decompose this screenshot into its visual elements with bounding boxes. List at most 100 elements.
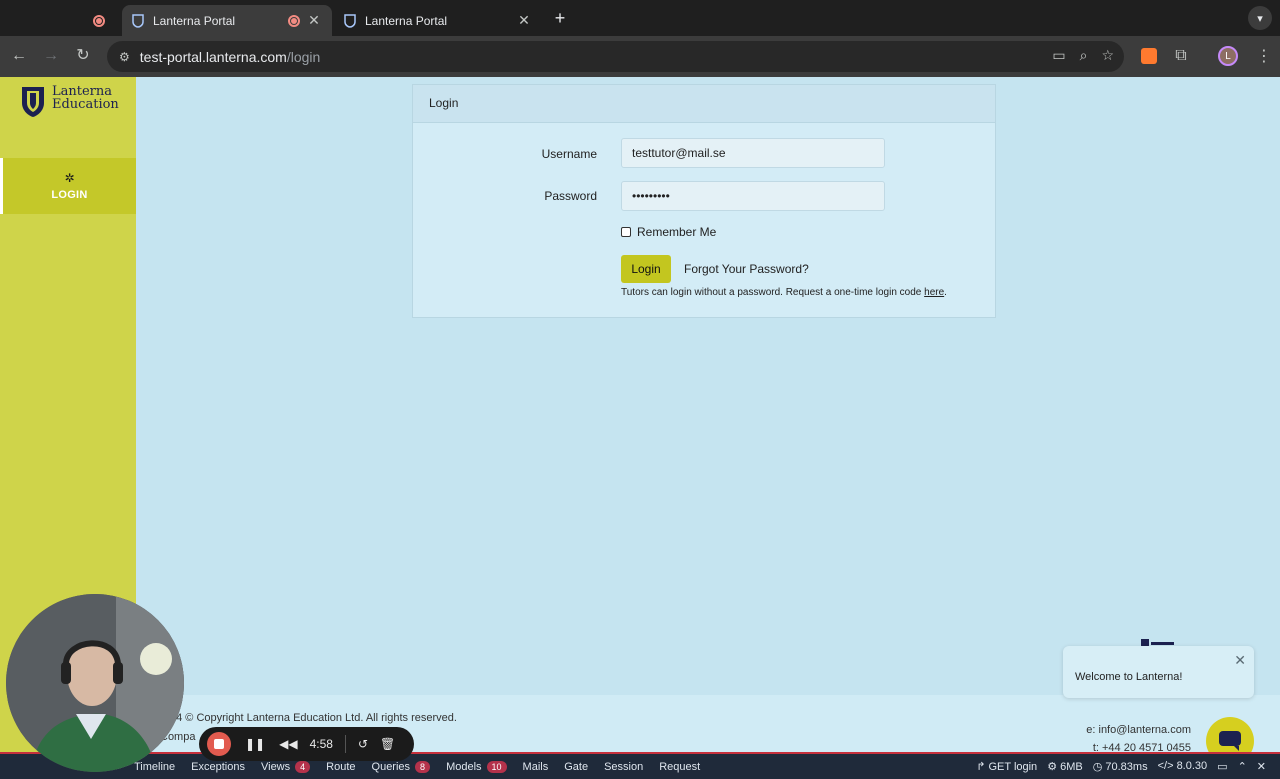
close-icon[interactable]: ✕ xyxy=(1234,652,1246,669)
tab-title: Lanterna Portal xyxy=(153,13,236,28)
chat-welcome-popup[interactable]: ✕ Welcome to Lanterna! xyxy=(1063,646,1254,698)
chat-bubble-icon xyxy=(1219,731,1241,751)
debug-tab-label: Queries xyxy=(371,760,411,773)
debug-tab-models[interactable]: Models 10 xyxy=(438,760,514,773)
tutor-login-note: Tutors can login without a password. Req… xyxy=(621,287,947,298)
remember-me[interactable]: Remember Me xyxy=(621,225,716,239)
debug-tab-label: Gate xyxy=(564,760,589,773)
debug-tab-label: Exceptions xyxy=(191,760,245,773)
contact-email[interactable]: e: info@lanterna.com xyxy=(1086,724,1191,736)
login-card-header: Login xyxy=(413,85,995,123)
recording-timer: 4:58 xyxy=(309,737,333,751)
username-input[interactable] xyxy=(621,138,885,168)
debug-tab-session[interactable]: Session xyxy=(596,761,651,773)
browser-tab-bar: Lanterna Portal ✕ Lanterna Portal ✕ + ▾ xyxy=(0,0,1280,36)
tab-close-icon[interactable]: ✕ xyxy=(306,12,322,29)
address-bar[interactable]: ⚙ test-portal.lanterna.com/login ▭ ⌕ ☆ xyxy=(107,41,1124,72)
tab-search-chevron-icon[interactable]: ▾ xyxy=(1248,6,1272,30)
debug-version: </> 8.0.30 xyxy=(1158,760,1208,773)
tab-close-icon[interactable]: ✕ xyxy=(516,12,532,29)
url-path: /login xyxy=(286,48,321,65)
lanterna-logo[interactable]: Lanterna Education xyxy=(20,85,119,119)
debug-tab-label: Route xyxy=(326,760,356,773)
trash-icon[interactable]: 🗑 xyxy=(380,737,395,751)
zoom-icon[interactable]: ⌕ xyxy=(1080,47,1088,64)
divider xyxy=(344,735,346,753)
debug-tab-label: Mails xyxy=(522,760,549,773)
tab-recording-icon xyxy=(288,14,300,27)
debug-tab-gate[interactable]: Gate xyxy=(556,761,596,773)
debug-time: ◷ 70.83ms xyxy=(1093,760,1148,773)
recording-controls: ❚❚ ◀◀ 4:58 ↺ 🗑 xyxy=(199,727,414,761)
camera-icon[interactable]: ▭ xyxy=(1052,47,1065,64)
forward-arrow-icon[interactable]: → xyxy=(40,45,62,67)
count-badge: 8 xyxy=(415,760,431,773)
profile-avatar[interactable]: L xyxy=(1218,46,1238,66)
sidebar-item-label: LOGIN xyxy=(51,189,88,201)
password-input[interactable] xyxy=(621,181,885,211)
debug-tab-mails[interactable]: Mails xyxy=(515,761,557,773)
pause-icon[interactable]: ❚❚ xyxy=(245,737,265,751)
debug-tab-route[interactable]: Route xyxy=(318,761,363,773)
tab-lanterna-portal-active[interactable]: Lanterna Portal ✕ xyxy=(122,5,332,36)
lanterna-favicon-icon xyxy=(344,13,356,28)
debug-request-label: GET login xyxy=(988,761,1038,773)
stop-recording-button[interactable] xyxy=(207,732,231,756)
bookmark-star-icon[interactable]: ☆ xyxy=(1101,47,1114,64)
debug-bar-stats: ↱ GET login ⚙ 6MB ◷ 70.83ms </> 8.0.30 ▭… xyxy=(976,760,1266,773)
hubspot-extension-icon[interactable] xyxy=(1141,48,1157,64)
remember-me-checkbox[interactable] xyxy=(621,227,631,237)
webcam-overlay xyxy=(6,594,184,772)
sidebar-item-login[interactable]: ✲ LOGIN xyxy=(0,158,136,214)
site-settings-icon[interactable]: ⚙ xyxy=(119,50,130,64)
debug-tab-views[interactable]: Views 4 xyxy=(253,760,318,773)
login-gear-icon: ✲ xyxy=(64,171,75,185)
tab-title: Lanterna Portal xyxy=(365,13,448,28)
debug-bar: Timeline Exceptions Views 4 Route Queries… xyxy=(0,752,1280,779)
code-icon: </> xyxy=(1157,760,1177,772)
browser-toolbar: ← → ↻ ⚙ test-portal.lanterna.com/login ▭… xyxy=(0,36,1280,77)
debug-tab-queries[interactable]: Queries 8 xyxy=(364,760,439,773)
debug-bar-tabs: Timeline Exceptions Views 4 Route Queries… xyxy=(126,760,708,773)
debug-memory: ⚙ 6MB xyxy=(1047,760,1083,773)
back-arrow-icon[interactable]: ← xyxy=(8,45,30,67)
restart-icon[interactable]: ↺ xyxy=(358,737,368,751)
debug-tab-request[interactable]: Request xyxy=(651,761,708,773)
copyright-text: 24 © Copyright Lanterna Education Ltd. A… xyxy=(170,712,457,724)
tab-lanterna-portal[interactable]: Lanterna Portal ✕ xyxy=(334,5,542,36)
count-badge: 4 xyxy=(295,760,311,773)
debug-tab-exceptions[interactable]: Exceptions xyxy=(183,761,253,773)
cogs-icon: ⚙ xyxy=(1047,761,1061,773)
clock-icon: ◷ xyxy=(1092,761,1106,773)
extensions-puzzle-icon[interactable]: ⧉ xyxy=(1170,45,1192,67)
reload-icon[interactable]: ↻ xyxy=(72,45,94,67)
debug-request[interactable]: ↱ GET login xyxy=(976,760,1037,773)
one-time-code-link[interactable]: here xyxy=(924,287,944,298)
logo-line-2: Education xyxy=(52,97,119,112)
share-icon: ↱ xyxy=(976,761,989,773)
username-label: Username xyxy=(541,147,597,161)
chat-welcome-text: Welcome to Lanterna! xyxy=(1075,671,1183,683)
remember-me-label: Remember Me xyxy=(637,225,717,239)
folder-icon[interactable]: ▭ xyxy=(1217,760,1227,773)
debug-memory-value: 6MB xyxy=(1060,761,1083,773)
debug-tab-label: Views xyxy=(260,760,291,773)
debug-tab-label: Request xyxy=(659,760,701,773)
login-card: Login Username Password Remember Me Logi… xyxy=(412,84,996,318)
new-tab-button[interactable]: + xyxy=(550,8,570,29)
browser-menu-icon[interactable]: ⋮ xyxy=(1256,46,1272,66)
debug-version-value: 8.0.30 xyxy=(1176,760,1208,772)
rewind-icon[interactable]: ◀◀ xyxy=(279,737,297,751)
lanterna-shield-icon xyxy=(22,87,44,117)
login-button[interactable]: Login xyxy=(621,255,671,283)
tutor-note-end: . xyxy=(944,287,947,298)
count-badge: 10 xyxy=(486,760,507,773)
forgot-password-link[interactable]: Forgot Your Password? xyxy=(684,262,809,276)
debug-tab-label: Session xyxy=(604,760,644,773)
debug-time-value: 70.83ms xyxy=(1105,761,1148,773)
tutor-note-text: Tutors can login without a password. Req… xyxy=(621,287,925,298)
url-host: test-portal.lanterna.com xyxy=(139,48,287,65)
recording-indicator-icon xyxy=(93,11,115,29)
chevron-up-icon[interactable]: ⌃ xyxy=(1238,760,1247,773)
close-icon[interactable]: ✕ xyxy=(1257,760,1266,773)
